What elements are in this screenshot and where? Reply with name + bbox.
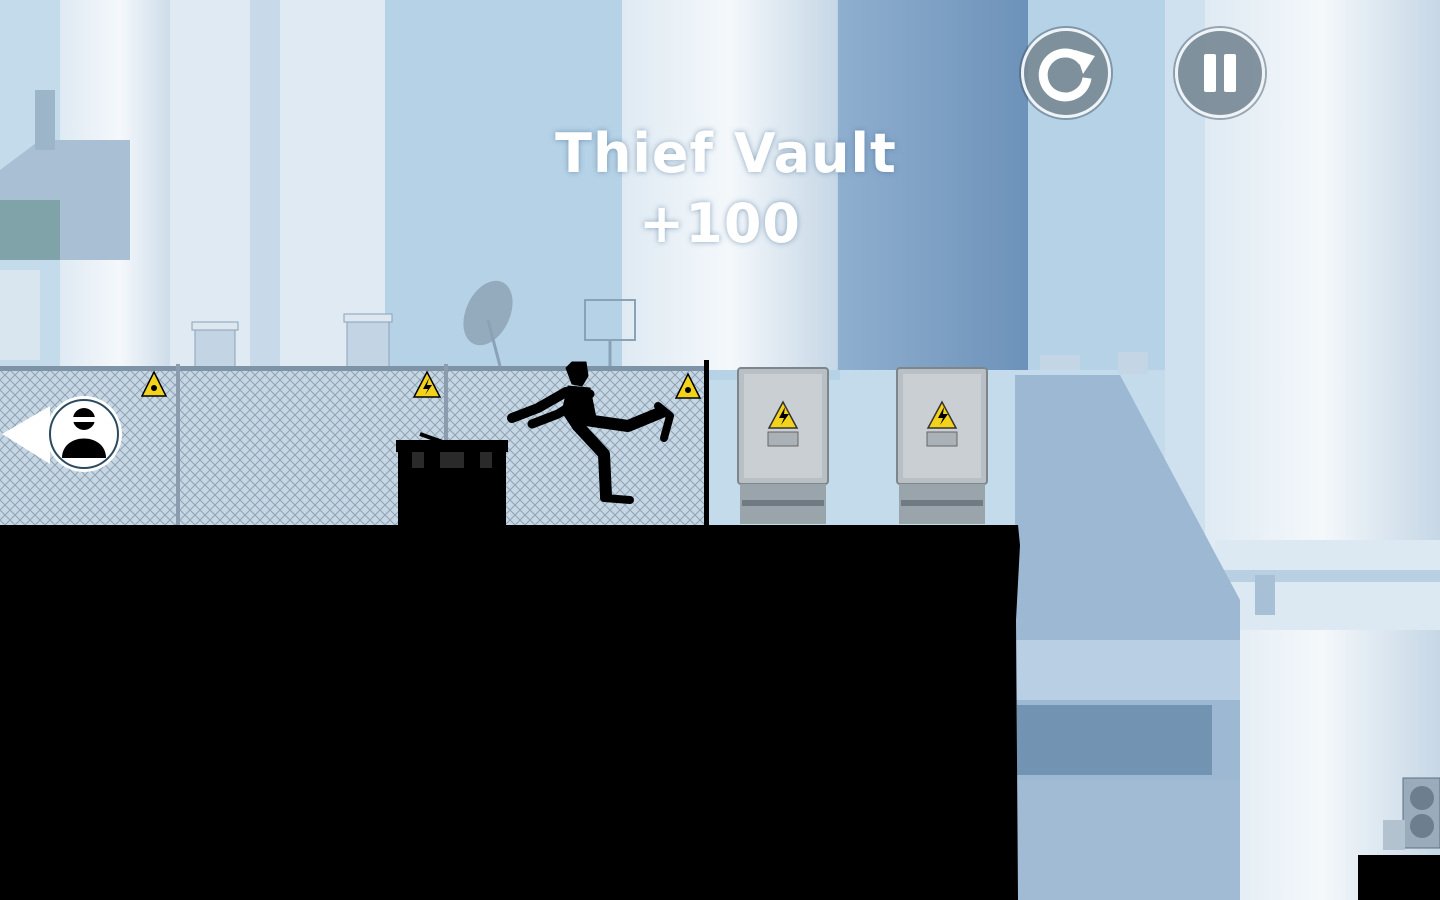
restart-button[interactable] (1021, 28, 1111, 118)
restart-icon (1038, 48, 1095, 102)
pause-button[interactable] (1175, 28, 1265, 118)
hunter-head-icon (2, 396, 122, 472)
electrical-box-1 (737, 367, 829, 524)
chaser-distance-indicator (0, 392, 126, 478)
trick-points-label: +100 (639, 192, 801, 255)
trick-name-label: Thief Vault (555, 122, 897, 185)
pause-icon (1204, 54, 1236, 92)
vault-obstacle (396, 432, 508, 526)
electrical-box-2 (896, 367, 988, 524)
